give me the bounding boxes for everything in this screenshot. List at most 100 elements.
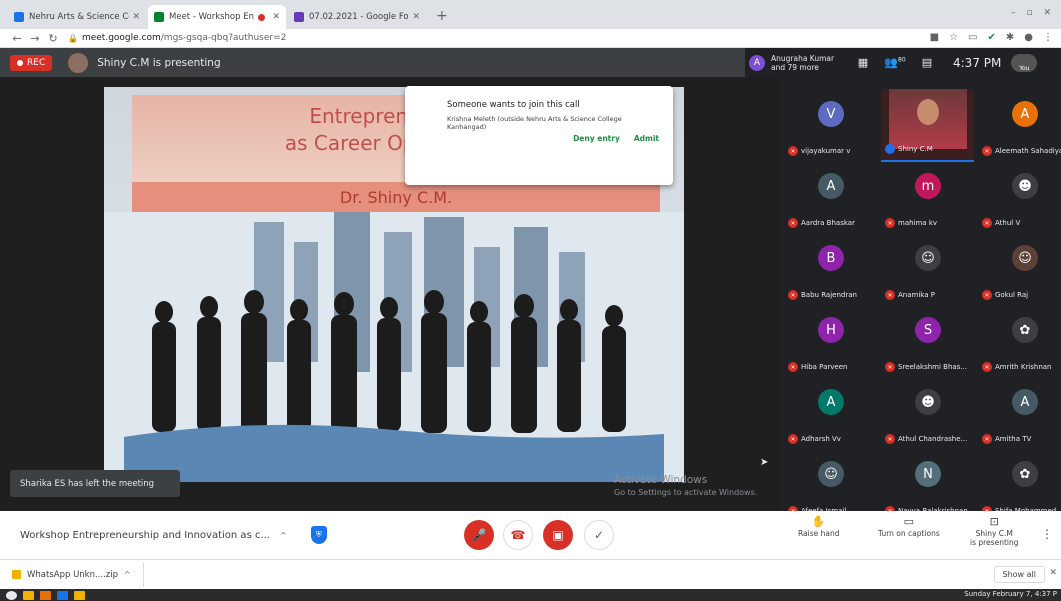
show-all-button[interactable]: Show all bbox=[993, 566, 1045, 583]
chat-icon[interactable]: ▤ bbox=[915, 56, 939, 69]
microphone-off-button[interactable]: 🎤 bbox=[464, 520, 494, 550]
camera-icon[interactable]: ■ bbox=[930, 32, 939, 43]
windows-activation-watermark: Activate Windows Go to Settings to activ… bbox=[614, 474, 757, 499]
muted-mic-icon: ✕ bbox=[885, 218, 895, 228]
participant-name-row: ✕ Anamika P bbox=[885, 290, 975, 300]
leave-call-button[interactable]: ☎ bbox=[503, 520, 533, 550]
participant-name: Athul Chandrashe... bbox=[898, 435, 968, 443]
captions-icon: ▭ bbox=[903, 515, 915, 528]
new-tab-button[interactable]: + bbox=[428, 8, 456, 29]
download-item[interactable]: WhatsApp Unkn....zip ^ bbox=[0, 562, 144, 587]
host-avatar: A bbox=[749, 54, 765, 71]
star-icon[interactable]: ☆ bbox=[949, 32, 958, 43]
folder-icon[interactable] bbox=[74, 590, 85, 600]
shield-icon[interactable]: ⛨ bbox=[310, 526, 327, 544]
muted-mic-icon: ✕ bbox=[982, 434, 992, 444]
participant-tile[interactable]: ☻ ✕ Athul V bbox=[978, 161, 1061, 234]
participant-tile[interactable]: ☺ ✕ Anamika P bbox=[881, 233, 974, 306]
participant-name-row: ✕ Sreelakshmi Bhas... bbox=[885, 362, 975, 372]
reload-icon[interactable]: ↻ bbox=[44, 32, 62, 45]
participant-grid: V ✕ vijayakumar v Shiny C.M A ✕ Aleemath Sahad… bbox=[780, 77, 1061, 516]
back-arrow-icon[interactable]: ← bbox=[8, 32, 26, 45]
participant-avatar: ☺ bbox=[915, 245, 941, 271]
participant-tile[interactable]: H ✕ Hiba Parveen bbox=[784, 305, 877, 378]
admit-button[interactable]: Admit bbox=[634, 134, 659, 143]
puzzle-icon[interactable]: ✱ bbox=[1006, 32, 1014, 43]
extension-icons: ■ ☆ ▭ ✔ ✱ ● ⋮ bbox=[930, 32, 1053, 43]
participant-tile[interactable]: ☺ ✕ Gokul Raj bbox=[978, 233, 1061, 306]
participant-tile[interactable]: ✿ ✕ Amrith Krishnan bbox=[978, 305, 1061, 378]
people-icon[interactable]: 👥80 bbox=[883, 56, 907, 69]
participant-tile[interactable]: S ✕ Sreelakshmi Bhas... bbox=[881, 305, 974, 378]
participant-tile[interactable]: V ✕ vijayakumar v bbox=[784, 89, 877, 162]
close-tab-icon[interactable]: ✕ bbox=[272, 12, 280, 22]
participants-summary[interactable]: Anugraha Kumar and 79 more bbox=[771, 54, 843, 72]
participant-name-row: ✕ Gokul Raj bbox=[982, 290, 1061, 300]
participant-tile[interactable]: Shiny C.M bbox=[881, 89, 974, 162]
raise-hand-button[interactable]: ✋ Raise hand bbox=[798, 516, 840, 538]
participant-tile[interactable]: B ✕ Babu Rajendran bbox=[784, 233, 877, 306]
watermark-line1: Activate Windows bbox=[614, 474, 708, 486]
participant-name: Aardra Bhaskar bbox=[801, 219, 855, 227]
participant-avatar: ✿ bbox=[1012, 317, 1038, 343]
participant-name: mahima kv bbox=[898, 219, 938, 227]
participant-name-row: ✕ Hiba Parveen bbox=[788, 362, 878, 372]
close-download-bar-icon[interactable]: ✕ bbox=[1049, 568, 1057, 578]
participant-tile[interactable]: A ✕ Adharsh Vv bbox=[784, 377, 877, 450]
lock-icon: 🔒 bbox=[68, 33, 78, 43]
participant-avatar: ☻ bbox=[1012, 173, 1038, 199]
participant-tile[interactable]: ☻ ✕ Athul Chandrashe... bbox=[881, 377, 974, 450]
check-icon[interactable]: ✓ bbox=[584, 520, 614, 550]
participant-tile[interactable]: m ✕ mahima kv bbox=[881, 161, 974, 234]
participant-avatar: ☻ bbox=[915, 389, 941, 415]
self-view-avatar: You bbox=[1011, 53, 1038, 72]
close-tab-icon[interactable]: ✕ bbox=[412, 12, 420, 22]
forms-favicon-icon bbox=[294, 12, 304, 22]
files-icon[interactable] bbox=[23, 590, 34, 600]
presenting-indicator[interactable]: ⊡ Shiny C.M is presenting bbox=[970, 516, 1018, 547]
close-tab-icon[interactable]: ✕ bbox=[132, 12, 140, 22]
check-extension-icon[interactable]: ✔ bbox=[987, 32, 995, 43]
participant-tile[interactable]: A ✕ Amitha TV bbox=[978, 377, 1061, 450]
chevron-up-icon[interactable]: ^ bbox=[124, 570, 131, 579]
more-options-icon[interactable]: ⋮ bbox=[1041, 527, 1053, 541]
address-bar[interactable]: 🔒 meet.google.com/mgs-gsqa-qbq?authuser=… bbox=[68, 33, 286, 43]
participant-video bbox=[889, 89, 967, 149]
host-name: Anugraha Kumar bbox=[771, 53, 835, 63]
participant-name: Hiba Parveen bbox=[801, 363, 848, 371]
participant-name: Shiny C.M bbox=[898, 145, 933, 153]
forward-arrow-icon[interactable]: → bbox=[26, 32, 44, 45]
menu-dots-icon[interactable]: ⋮ bbox=[1043, 32, 1053, 43]
profile-icon[interactable]: ● bbox=[1024, 32, 1033, 43]
participant-name-row: ✕ Athul V bbox=[982, 218, 1061, 228]
chevron-up-icon[interactable]: ^ bbox=[280, 531, 287, 540]
cast-icon[interactable]: ▭ bbox=[968, 32, 977, 43]
deny-entry-button[interactable]: Deny entry bbox=[573, 134, 620, 143]
app-icon[interactable] bbox=[40, 590, 51, 600]
captions-button[interactable]: ▭ Turn on captions bbox=[878, 515, 940, 538]
window-controls[interactable]: – ▫ ✕ bbox=[1011, 8, 1055, 18]
raise-hand-label: Raise hand bbox=[798, 529, 840, 538]
system-tray-clock: Sunday February 7, 4:37 P bbox=[964, 590, 1057, 598]
chrome-icon[interactable] bbox=[57, 590, 68, 600]
more-count: and 79 more bbox=[771, 62, 819, 72]
ubuntu-menu-icon[interactable] bbox=[6, 590, 17, 600]
camera-off-button[interactable]: ▣ bbox=[543, 520, 573, 550]
participant-name-row: ✕ Aardra Bhaskar bbox=[788, 218, 878, 228]
layout-grid-icon[interactable]: ▦ bbox=[851, 56, 875, 69]
participant-name-row: ✕ Babu Rajendran bbox=[788, 290, 878, 300]
participant-avatar: S bbox=[915, 317, 941, 343]
participant-avatar: A bbox=[818, 389, 844, 415]
participant-tile[interactable]: A ✕ Aardra Bhaskar bbox=[784, 161, 877, 234]
meeting-header: A Anugraha Kumar and 79 more ▦ 👥80 ▤ 4:3… bbox=[745, 48, 1061, 77]
tab-college[interactable]: Nehru Arts & Science College ✕ bbox=[8, 5, 146, 29]
participant-tile[interactable]: A ✕ Aleemath Sahadiya bbox=[978, 89, 1061, 162]
meeting-title[interactable]: Workshop Entrepreneurship and Innovation… bbox=[20, 530, 270, 541]
slide-author: Dr. Shiny C.M. bbox=[339, 188, 453, 207]
tab-forms[interactable]: 07.02.2021 - Google Forms ✕ bbox=[288, 5, 426, 29]
dialog-subtitle: Krishna Meleth (outside Nehru Arts & Sci… bbox=[447, 115, 622, 131]
participant-name: Amitha TV bbox=[995, 435, 1032, 443]
meeting-clock: 4:37 PM bbox=[953, 55, 1002, 70]
tab-meet[interactable]: Meet - Workshop Entrepr ✕ bbox=[148, 5, 286, 29]
participant-name: Athul V bbox=[995, 219, 1021, 227]
